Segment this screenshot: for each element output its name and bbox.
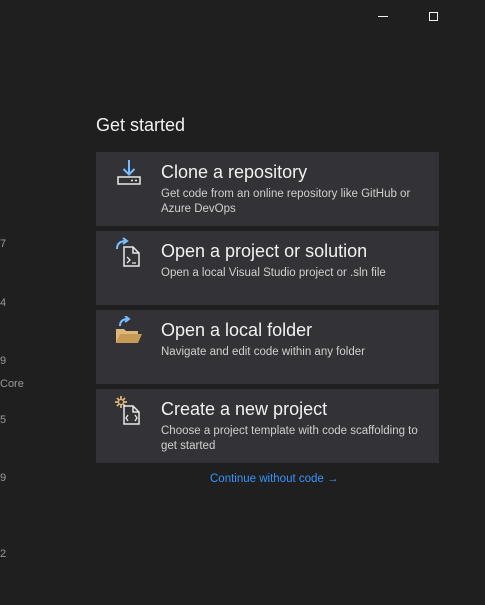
recent-fragment[interactable]: Core — [0, 378, 24, 390]
recent-fragment[interactable]: 4 — [0, 297, 6, 309]
card-description: Choose a project template with code scaf… — [161, 425, 418, 452]
card-description: Get code from an online repository like … — [161, 188, 411, 215]
new-project-icon — [115, 396, 140, 425]
get-started-heading: Get started — [96, 115, 186, 135]
open-project-icon — [116, 237, 140, 267]
continue-without-code-link[interactable]: Continue without code → — [210, 473, 339, 485]
minimize-icon — [378, 15, 388, 17]
maximize-button[interactable] — [410, 0, 456, 32]
card-title: Open a local folder — [161, 320, 313, 340]
create-project-card[interactable]: Create a new project Choose a project te… — [96, 389, 439, 463]
minimize-button[interactable] — [360, 0, 406, 32]
get-started-window: 7 4 9 Core 5 9 2 Get started Clone a rep… — [0, 0, 485, 605]
card-title: Create a new project — [161, 399, 328, 419]
download-clone-icon — [117, 160, 141, 185]
recent-fragment[interactable]: 7 — [0, 238, 6, 250]
arrow-right-icon: → — [327, 473, 339, 485]
recent-fragment[interactable]: 5 — [0, 414, 6, 426]
card-description: Navigate and edit code within any folder — [161, 346, 365, 358]
continue-link-label: Continue without code — [210, 473, 324, 485]
recent-list-clipped: 7 4 9 Core 5 9 2 — [0, 0, 30, 605]
open-project-card[interactable]: Open a project or solution Open a local … — [96, 231, 439, 305]
card-description: Open a local Visual Studio project or .s… — [161, 267, 386, 279]
clone-repository-card[interactable]: Clone a repository Get code from an onli… — [96, 152, 439, 226]
maximize-icon — [428, 11, 438, 21]
recent-fragment[interactable]: 9 — [0, 472, 6, 484]
recent-fragment[interactable]: 2 — [0, 548, 6, 560]
card-title: Clone a repository — [161, 162, 308, 182]
open-folder-icon — [116, 316, 142, 343]
card-title: Open a project or solution — [161, 241, 368, 261]
recent-fragment[interactable]: 9 — [0, 355, 6, 367]
open-folder-card[interactable]: Open a local folder Navigate and edit co… — [96, 310, 439, 384]
